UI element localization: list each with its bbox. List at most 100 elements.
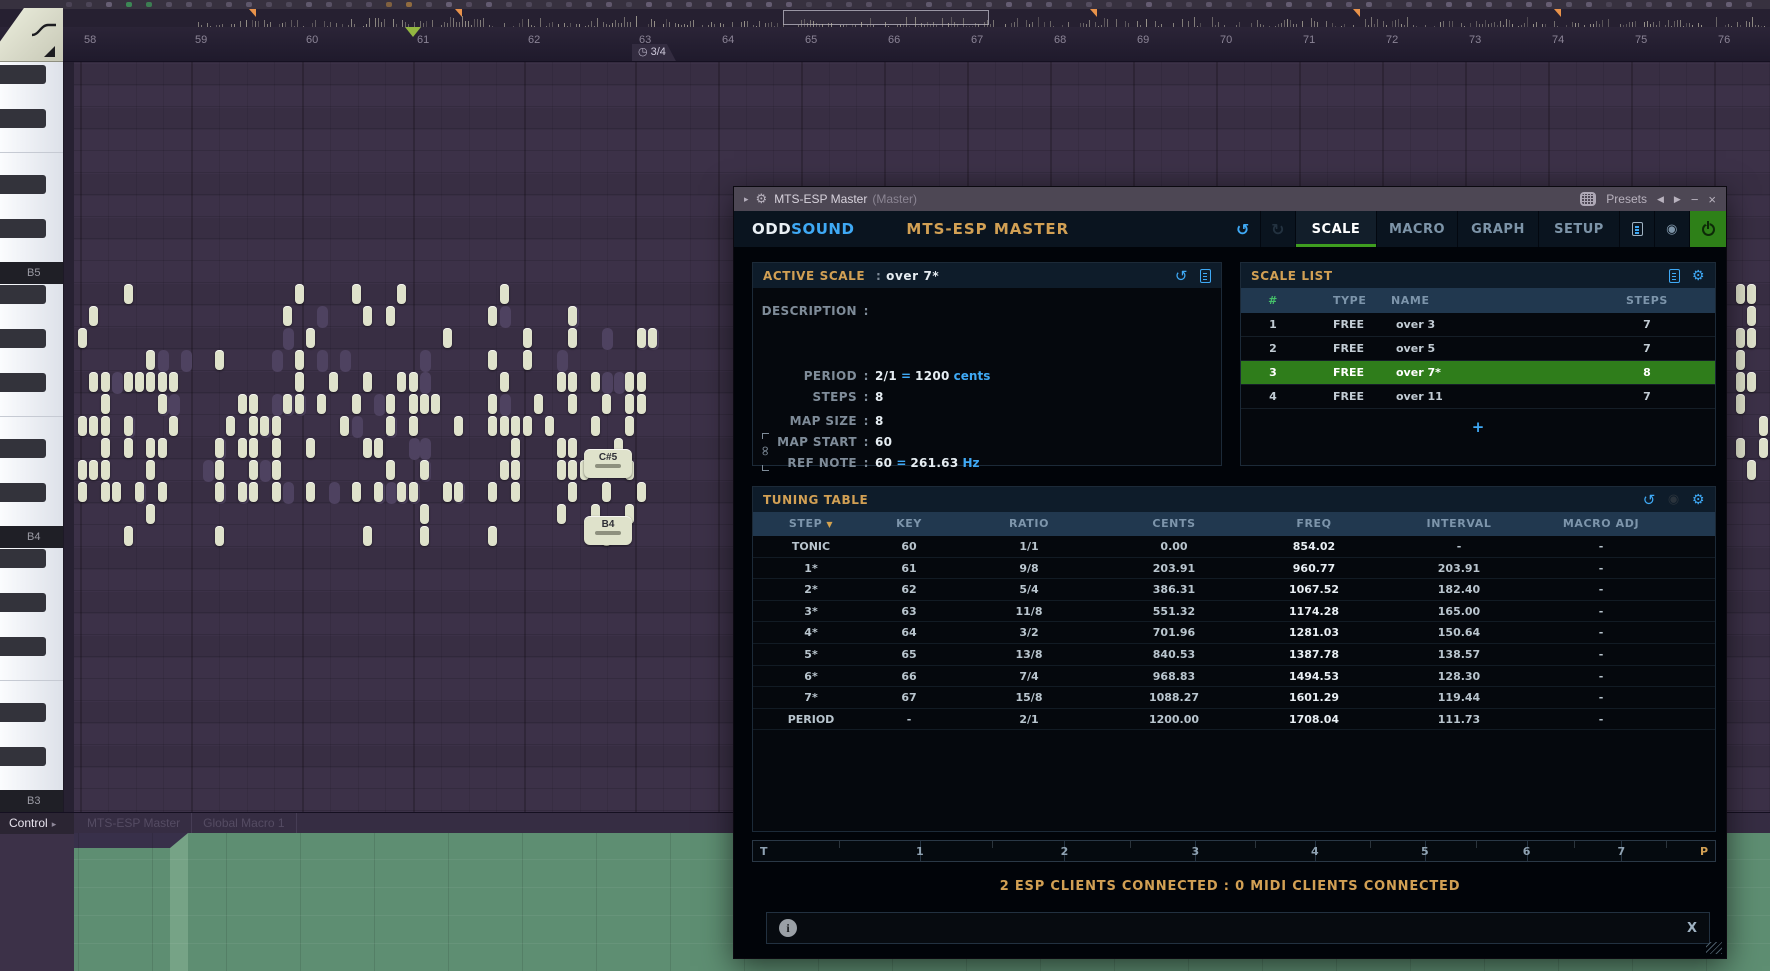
note[interactable] [101, 438, 110, 458]
note[interactable] [511, 460, 520, 480]
note[interactable] [625, 416, 634, 436]
note[interactable] [1736, 372, 1745, 392]
ghost-note[interactable] [557, 350, 568, 372]
note[interactable] [386, 460, 395, 480]
bar-number[interactable]: 76 [1718, 34, 1730, 46]
key-label-row[interactable]: B5 [0, 262, 64, 284]
note[interactable] [568, 438, 577, 458]
note[interactable] [386, 306, 395, 326]
note[interactable] [1747, 460, 1756, 480]
note[interactable] [545, 416, 554, 436]
scale-row[interactable]: 2FREEover 57 [1241, 337, 1715, 361]
note[interactable] [1747, 328, 1756, 348]
note[interactable] [272, 416, 281, 436]
note[interactable] [78, 328, 87, 348]
ghost-note[interactable] [158, 350, 169, 372]
note[interactable] [397, 372, 406, 392]
note[interactable] [568, 394, 577, 414]
bar-number[interactable]: 72 [1386, 34, 1398, 46]
bar-number[interactable]: 73 [1469, 34, 1481, 46]
note[interactable] [249, 482, 258, 502]
note[interactable] [625, 372, 634, 392]
note[interactable] [1736, 350, 1745, 370]
note[interactable] [101, 372, 110, 392]
link-icon[interactable]: ∞ [759, 431, 773, 473]
note[interactable] [511, 416, 520, 436]
note[interactable] [1736, 328, 1745, 348]
note[interactable] [454, 416, 463, 436]
bar-number[interactable]: 74 [1552, 34, 1564, 46]
map-size-row[interactable]: MAP SIZE : 8 [753, 411, 1221, 432]
note[interactable] [215, 460, 224, 480]
note[interactable] [500, 416, 509, 436]
labeled-note[interactable]: B4 [584, 516, 632, 545]
note[interactable] [124, 284, 133, 304]
bar-number[interactable]: 67 [971, 34, 983, 46]
tuning-row[interactable]: 2*625/4386.311067.52182.40- [753, 579, 1715, 601]
note[interactable] [317, 394, 326, 414]
ghost-note[interactable] [283, 482, 294, 504]
note[interactable] [169, 372, 178, 392]
note[interactable] [306, 482, 315, 502]
scale-row[interactable]: 3FREEover 7*8 [1241, 361, 1715, 385]
ref-note-key[interactable]: 60 [875, 453, 892, 474]
ghost-note[interactable] [260, 460, 271, 482]
note[interactable] [374, 482, 383, 502]
preset-browser-icon[interactable] [1580, 192, 1596, 206]
black-key[interactable] [0, 109, 46, 128]
black-key[interactable] [0, 637, 46, 656]
ref-note-freq[interactable]: 261.63 [910, 453, 958, 474]
tuning-row[interactable]: 3*6311/8551.321174.28165.00- [753, 601, 1715, 623]
bar-number[interactable]: 60 [306, 34, 318, 46]
note[interactable] [431, 394, 440, 414]
redo-button[interactable]: ↻ [1261, 211, 1295, 247]
bar-number[interactable]: 68 [1054, 34, 1066, 46]
note[interactable] [1736, 284, 1745, 304]
note[interactable] [135, 372, 144, 392]
note[interactable] [169, 416, 178, 436]
note[interactable] [557, 460, 566, 480]
note[interactable] [625, 394, 634, 414]
tuning-gear-icon[interactable]: ⚙ [1692, 492, 1705, 508]
note[interactable] [420, 460, 429, 480]
note[interactable] [283, 306, 292, 326]
ghost-note[interactable] [386, 482, 397, 504]
ghost-note[interactable] [317, 306, 328, 328]
map-start-value[interactable]: 60 [875, 432, 892, 453]
resize-grip[interactable] [1706, 942, 1722, 954]
tuning-row[interactable]: TONIC601/10.00854.02-- [753, 536, 1715, 558]
plugin-titlebar[interactable]: ▸ ⚙ MTS-ESP Master (Master) Presets ◀ ▶ … [734, 187, 1726, 211]
note[interactable] [648, 328, 657, 348]
note[interactable] [146, 504, 155, 524]
tuning-row[interactable]: PERIOD-2/11200.001708.04111.73- [753, 709, 1715, 731]
steps-value[interactable]: 8 [875, 387, 884, 408]
note[interactable] [340, 416, 349, 436]
bar-number[interactable]: 62 [528, 34, 540, 46]
note[interactable] [500, 460, 509, 480]
bar-number[interactable]: 59 [195, 34, 207, 46]
bar-number[interactable]: 71 [1303, 34, 1315, 46]
note[interactable] [568, 306, 577, 326]
note[interactable] [363, 438, 372, 458]
tuning-column[interactable]: FREQ [1239, 512, 1389, 537]
note[interactable] [260, 416, 269, 436]
note[interactable] [89, 372, 98, 392]
note[interactable] [488, 350, 497, 370]
note[interactable] [637, 372, 646, 392]
note[interactable] [124, 438, 133, 458]
ghost-note[interactable] [329, 482, 340, 504]
note[interactable] [215, 350, 224, 370]
tab-setup[interactable]: SETUP [1539, 211, 1619, 247]
black-key[interactable] [0, 329, 46, 348]
axis-label[interactable]: 5 [1421, 845, 1429, 858]
note[interactable] [454, 482, 463, 502]
note[interactable] [272, 460, 281, 480]
axis-label[interactable]: 4 [1311, 845, 1319, 858]
tab-macro[interactable]: MACRO [1377, 211, 1457, 247]
visibility-button[interactable]: ◉ [1655, 211, 1689, 247]
presets-label[interactable]: Presets [1606, 192, 1647, 206]
ghost-note[interactable] [500, 394, 511, 416]
tuning-column[interactable]: KEY [869, 512, 949, 537]
black-key[interactable] [0, 175, 46, 194]
note[interactable] [295, 284, 304, 304]
